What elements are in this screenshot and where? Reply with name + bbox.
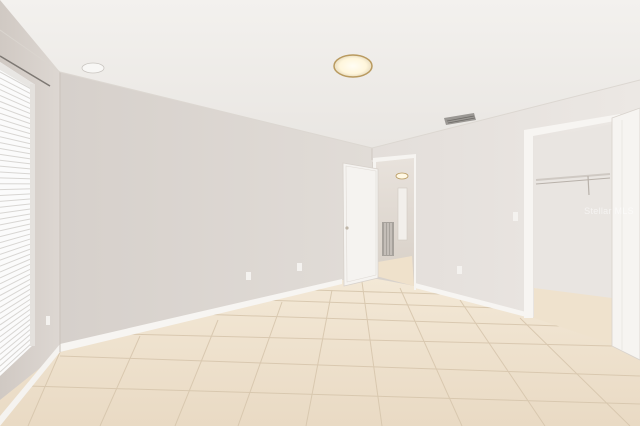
door-knob — [345, 226, 349, 230]
hallway-far-door — [397, 187, 408, 241]
window-sill — [30, 84, 35, 346]
ceiling-light — [333, 54, 373, 78]
watermark: Stellar MLS — [584, 206, 634, 216]
closet-door — [611, 107, 640, 361]
open-door — [342, 162, 379, 287]
outlet-back-1 — [246, 272, 251, 280]
outlet-left — [46, 316, 50, 325]
outlet-back-2 — [297, 263, 302, 271]
smoke-detector — [81, 62, 105, 74]
room-illustration — [0, 0, 640, 426]
hallway-light — [395, 172, 409, 180]
light-switch — [513, 212, 518, 221]
room-photo: Stellar MLS — [0, 0, 640, 426]
outlet-right — [457, 266, 462, 274]
